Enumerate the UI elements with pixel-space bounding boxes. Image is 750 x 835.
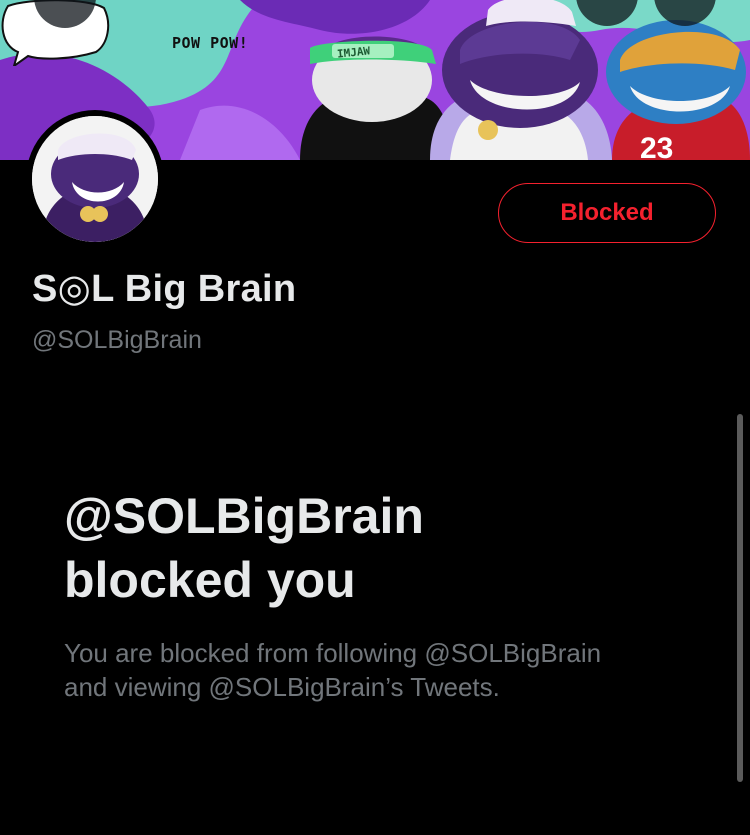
blocked-button[interactable]: Blocked [498,183,716,243]
blocked-notice-body: You are blocked from following @SOLBigBr… [64,636,704,704]
blocked-notice-body-line2: and viewing @SOLBigBrain’s Tweets. [64,672,500,702]
scrollbar[interactable] [737,414,743,782]
blocked-button-label: Blocked [560,199,654,226]
blocked-notice-body-line1: You are blocked from following @SOLBigBr… [64,638,602,668]
speech-bubble-text: POW POW! [172,34,249,52]
profile-avatar[interactable] [26,110,164,248]
jersey-number: 23 [640,132,674,160]
blocked-notice-title-line1: @SOLBigBrain [64,488,424,544]
profile-handle: @SOLBigBrain [32,326,202,354]
blocked-notice-title-line2: blocked you [64,552,356,608]
profile-display-name: S◎L Big Brain [32,268,297,310]
avatar-image [32,116,158,242]
blocked-notice-title: @SOLBigBrain blocked you [64,484,684,612]
